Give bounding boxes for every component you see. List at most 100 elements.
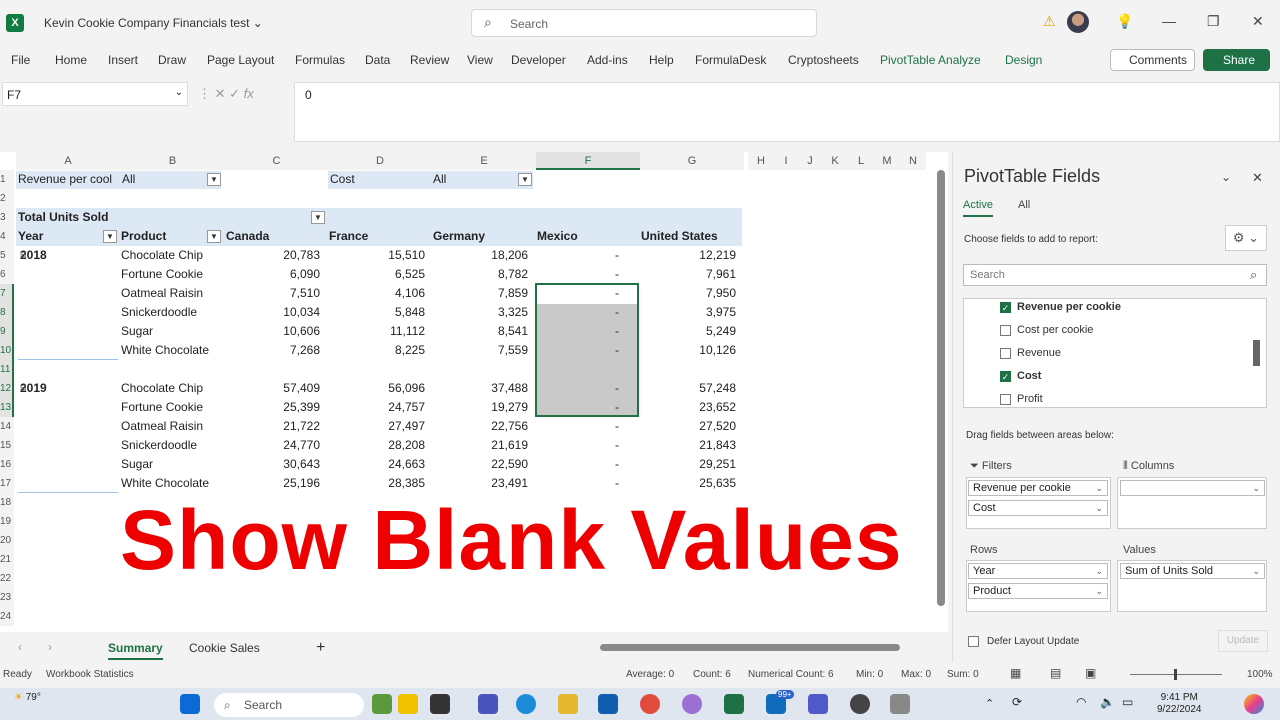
pivot-value-cell[interactable]: 23,652 — [641, 398, 736, 417]
store-icon[interactable] — [598, 694, 618, 714]
pivot-value-cell[interactable]: 27,520 — [641, 417, 736, 436]
formula-input[interactable]: 0 — [294, 82, 1280, 142]
column-header[interactable]: F — [536, 152, 640, 170]
pivot-value-cell[interactable]: 6,525 — [329, 265, 425, 284]
pivot-value-cell[interactable]: 3,325 — [433, 303, 528, 322]
row-header[interactable]: 4 — [0, 227, 14, 246]
zoom-slider-thumb[interactable] — [1174, 669, 1177, 680]
horizontal-scrollbar[interactable] — [600, 644, 900, 651]
field-search-input[interactable]: Search — [963, 264, 1267, 286]
row-header[interactable]: 5 — [0, 246, 14, 265]
column-chip[interactable]: ⌄ — [1120, 480, 1265, 496]
workbook-statistics[interactable]: Workbook Statistics — [46, 669, 134, 680]
column-header[interactable]: G — [640, 152, 744, 170]
weather-widget[interactable]: ☀ 79° — [14, 692, 41, 703]
gear-icon[interactable]: ⚙ ⌄ — [1225, 225, 1267, 251]
name-box[interactable]: F7 ⌄ — [2, 82, 188, 106]
close-icon[interactable]: ✕ — [1252, 13, 1264, 30]
taskbar-search[interactable]: ⌕ Search — [214, 693, 364, 717]
pivot-value-cell[interactable]: 20,783 — [226, 246, 320, 265]
column-header[interactable]: I — [774, 152, 798, 170]
volume-icon[interactable]: 🔈 — [1100, 695, 1115, 709]
pivot-value-cell[interactable]: 29,251 — [641, 455, 736, 474]
settings-icon[interactable] — [850, 694, 870, 714]
field-checkbox[interactable] — [1000, 394, 1011, 405]
year-dropdown-icon[interactable]: ▼ — [103, 230, 117, 243]
app-icon[interactable] — [372, 694, 392, 714]
share-button[interactable]: Share — [1203, 49, 1270, 71]
fx-controls[interactable]: ⋮ ✕ ✓ fx — [198, 86, 254, 102]
pivot-value-cell[interactable]: 7,268 — [226, 341, 320, 360]
app-icon[interactable] — [398, 694, 418, 714]
pane-tab-all[interactable]: All — [1018, 199, 1030, 211]
tab-view[interactable]: View — [467, 53, 493, 67]
column-header[interactable]: C — [225, 152, 328, 170]
row-chip[interactable]: Year ⌄ — [968, 563, 1108, 579]
pivot-value-cell[interactable]: 57,248 — [641, 379, 736, 398]
collapse-icon[interactable]: ⊟ — [20, 250, 27, 259]
row-header[interactable]: 3 — [0, 208, 14, 227]
avatar[interactable] — [1067, 11, 1089, 33]
row-header[interactable]: 21 — [0, 550, 14, 569]
year-label[interactable]: 2019 — [20, 379, 80, 398]
pivot-value-cell[interactable]: 10,126 — [641, 341, 736, 360]
field-item[interactable]: Cost — [1017, 370, 1041, 382]
pivot-value-cell[interactable]: 25,399 — [226, 398, 320, 417]
chevron-down-icon[interactable]: ⌄ — [1221, 170, 1231, 184]
tab-help[interactable]: Help — [649, 53, 674, 67]
value-chip[interactable]: Sum of Units Sold ⌄ — [1120, 563, 1265, 579]
row-header[interactable]: 22 — [0, 569, 14, 588]
calculator-icon[interactable] — [890, 694, 910, 714]
column-header[interactable]: D — [328, 152, 432, 170]
next-sheet-icon[interactable]: › — [48, 640, 52, 654]
row-header[interactable]: 2 — [0, 189, 14, 208]
row-header[interactable]: 1 — [0, 170, 14, 189]
tab-data[interactable]: Data — [365, 53, 390, 67]
row-header[interactable]: 11 — [0, 360, 14, 379]
row-header[interactable]: 24 — [0, 607, 14, 626]
widgets-icon[interactable] — [1244, 694, 1264, 714]
pivot-value-cell[interactable]: 8,225 — [329, 341, 425, 360]
tab-formuladesk[interactable]: FormulaDesk — [695, 53, 766, 67]
page-break-view-icon[interactable]: ▣ — [1085, 666, 1096, 680]
pivot-value-cell[interactable]: 37,488 — [433, 379, 528, 398]
pivot-value-cell[interactable]: - — [537, 246, 619, 265]
pivot-value-cell[interactable]: 25,196 — [226, 474, 320, 493]
excel-taskbar-icon[interactable] — [724, 694, 744, 714]
pivot-value-cell[interactable]: 15,510 — [329, 246, 425, 265]
pivot-value-cell[interactable]: 4,106 — [329, 284, 425, 303]
column-header[interactable]: N — [900, 152, 926, 170]
column-header[interactable]: A — [16, 152, 120, 170]
update-button[interactable]: Update — [1218, 630, 1268, 652]
teams-icon[interactable] — [478, 694, 498, 714]
tab-add-ins[interactable]: Add-ins — [587, 53, 628, 67]
chrome-icon[interactable] — [640, 694, 660, 714]
defer-update-checkbox[interactable] — [968, 636, 979, 647]
restore-icon[interactable]: ❐ — [1207, 13, 1220, 30]
pivot-value-cell[interactable]: 8,782 — [433, 265, 528, 284]
field-checkbox[interactable]: ✓ — [1000, 302, 1011, 313]
pivot-value-cell[interactable]: 12,219 — [641, 246, 736, 265]
document-title[interactable]: Kevin Cookie Company Financials test ⌄ — [44, 16, 263, 30]
pivot-value-cell[interactable]: 18,206 — [433, 246, 528, 265]
column-header[interactable]: K — [822, 152, 848, 170]
pivot-value-cell[interactable]: 8,541 — [433, 322, 528, 341]
filter-value-revenue[interactable]: All — [122, 170, 182, 189]
product-dropdown-icon[interactable]: ▼ — [207, 230, 221, 243]
row-header[interactable]: 12 — [0, 379, 14, 398]
search-input[interactable]: ⌕ Search — [471, 9, 817, 37]
filter-chip[interactable]: Cost ⌄ — [968, 500, 1108, 516]
column-header[interactable]: H — [748, 152, 774, 170]
pivot-value-cell[interactable]: 25,635 — [641, 474, 736, 493]
pane-tab-active[interactable]: Active — [963, 199, 993, 217]
tab-pivottable-analyze[interactable]: PivotTable Analyze — [880, 53, 981, 67]
field-item[interactable]: Profit — [1017, 393, 1043, 405]
row-header[interactable]: 10 — [0, 341, 14, 360]
warning-icon[interactable]: ⚠ — [1043, 13, 1056, 30]
page-layout-view-icon[interactable]: ▤ — [1050, 666, 1061, 680]
pivot-value-cell[interactable]: 3,975 — [641, 303, 736, 322]
pivot-value-cell[interactable]: 24,770 — [226, 436, 320, 455]
add-sheet-button[interactable]: + — [316, 638, 325, 660]
pivot-value-cell[interactable]: 28,385 — [329, 474, 425, 493]
filter-value-cost[interactable]: All — [433, 170, 493, 189]
